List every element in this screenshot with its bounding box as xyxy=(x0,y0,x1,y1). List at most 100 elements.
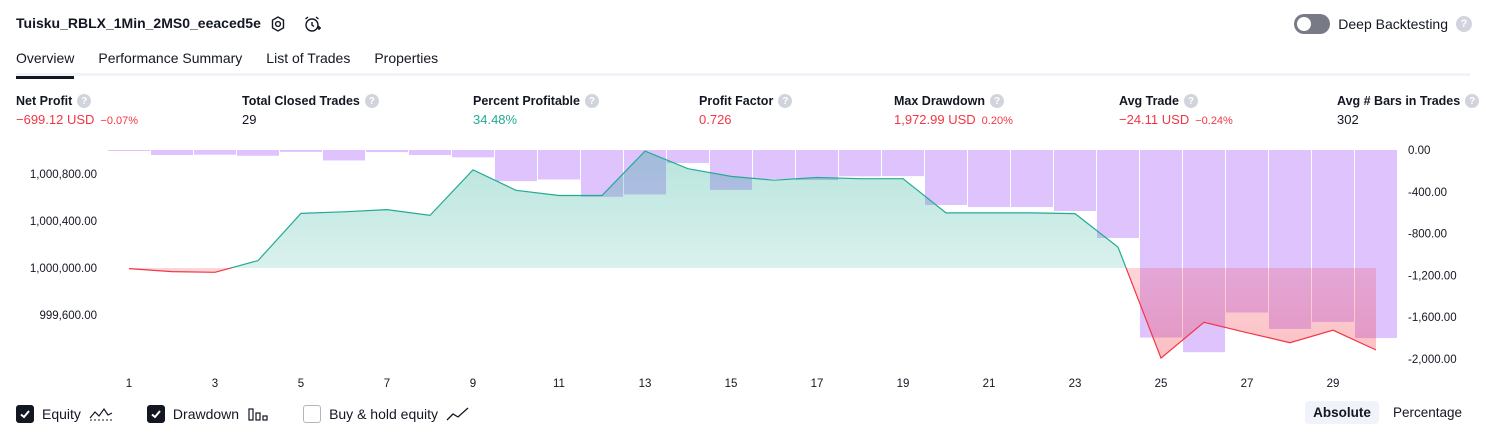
legend-label: Drawdown xyxy=(172,406,240,422)
metric-label: Avg # Bars in Trades xyxy=(1337,94,1461,108)
drawdown-bar xyxy=(882,150,924,177)
x-axis-tick-label: 19 xyxy=(897,378,910,390)
left-axis-tick-label: 1,000,400.00 xyxy=(30,216,97,228)
deep-backtesting: Deep Backtesting ? xyxy=(1294,12,1472,36)
metric-percent: −0.07% xyxy=(100,115,139,127)
help-icon[interactable]: ? xyxy=(364,94,379,108)
left-price-axis: 1,000,800.00 1,000,400.00 1,000,000.00 999,… xyxy=(30,169,97,322)
drawdown-bar xyxy=(452,150,494,158)
help-icon[interactable]: ? xyxy=(77,94,92,108)
drawdown-bar xyxy=(194,150,236,155)
drawdown-bar xyxy=(667,150,709,164)
metric-value: −699.12 USD xyxy=(16,112,95,127)
metric-total-closed-trades: Total Closed Trades? 29 xyxy=(242,94,379,127)
drawdown-bar xyxy=(839,150,881,177)
metric-profit-factor: Profit Factor? 0.726 xyxy=(699,94,793,127)
metric-label: Net Profit xyxy=(16,94,73,108)
x-axis-tick-label: 17 xyxy=(811,378,824,390)
x-axis-tick-label: 27 xyxy=(1241,378,1254,390)
drawdown-bar xyxy=(753,150,795,179)
right-axis-tick-label: -2,000.00 xyxy=(1408,354,1457,366)
x-axis-tick-label: 15 xyxy=(725,378,738,390)
right-axis-tick-label: 0.00 xyxy=(1408,145,1430,157)
drawdown-bar xyxy=(409,150,451,156)
drawdown-bar xyxy=(925,150,967,205)
gear-icon[interactable] xyxy=(268,14,288,34)
drawdown-bar xyxy=(108,150,150,151)
help-icon[interactable]: ? xyxy=(1183,94,1198,108)
x-axis-tick-label: 13 xyxy=(639,378,652,390)
x-axis-tick-label: 1 xyxy=(126,378,132,390)
help-icon[interactable]: ? xyxy=(1465,94,1480,108)
drawdown-bar xyxy=(495,150,537,182)
metric-net-profit: Net Profit? −699.12 USD −0.07% xyxy=(16,94,138,127)
tab-overview[interactable]: Overview xyxy=(16,48,75,79)
tab-properties[interactable]: Properties xyxy=(374,48,438,76)
help-icon[interactable]: ? xyxy=(778,94,793,108)
right-drawdown-axis: 0.00 -400.00 -800.00 -1,200.00 -1,600.00 -2,0… xyxy=(1408,145,1457,366)
metric-max-drawdown: Max Drawdown? 1,972.99 USD 0.20% xyxy=(894,94,1013,127)
right-axis-tick-label: -400.00 xyxy=(1408,187,1447,199)
right-axis-tick-label: -800.00 xyxy=(1408,229,1447,241)
metric-avg-trade: Avg Trade? −24.11 USD −0.24% xyxy=(1119,94,1233,127)
x-axis-tick-label: 23 xyxy=(1069,378,1082,390)
strategy-header: Tuisku_RBLX_1Min_2MS0_eeaced5e Deep Back… xyxy=(16,12,1472,38)
x-axis-tick-label: 5 xyxy=(298,378,304,390)
equity-checkbox[interactable] xyxy=(16,405,34,423)
drawdown-bar xyxy=(280,150,322,152)
legend-label: Equity xyxy=(42,406,81,422)
drawdown-bar xyxy=(1097,150,1139,238)
toggle-knob xyxy=(1297,17,1312,31)
left-axis-tick-label: 1,000,000.00 xyxy=(30,263,97,275)
x-axis-tick-label: 9 xyxy=(470,378,476,390)
legend-label: Buy & hold equity xyxy=(329,406,439,422)
buy-hold-checkbox[interactable] xyxy=(303,405,322,423)
drawdown-bar xyxy=(968,150,1010,208)
right-axis-tick-label: -1,200.00 xyxy=(1408,270,1457,282)
help-icon[interactable]: ? xyxy=(1456,16,1472,32)
metric-label: Profit Factor xyxy=(699,94,774,108)
help-icon[interactable]: ? xyxy=(584,94,599,108)
left-axis-tick-label: 999,600.00 xyxy=(39,310,97,322)
drawdown-bar xyxy=(151,150,193,156)
metric-label: Max Drawdown xyxy=(894,94,985,108)
drawdown-bar xyxy=(366,150,408,153)
drawdown-bar xyxy=(538,150,580,180)
trade-number-axis: 1 3 5 7 9 11 13 15 17 19 21 23 25 27 29 xyxy=(126,378,1340,390)
display-mode-switch: Absolute Percentage xyxy=(1305,401,1470,424)
drawdown-bars-icon xyxy=(248,408,268,421)
help-icon[interactable]: ? xyxy=(990,94,1004,108)
left-axis-tick-label: 1,000,800.00 xyxy=(30,169,97,181)
tab-performance-summary[interactable]: Performance Summary xyxy=(98,48,242,76)
drawdown-bar xyxy=(796,150,838,181)
drawdown-bar xyxy=(1054,150,1096,212)
deep-backtesting-toggle[interactable] xyxy=(1294,14,1331,34)
x-axis-tick-label: 21 xyxy=(983,378,996,390)
tab-bar: Overview Performance Summary List of Tra… xyxy=(16,48,1470,79)
metric-value: 34.48% xyxy=(473,112,518,127)
legend-buy-hold-equity[interactable]: Buy & hold equity xyxy=(303,405,470,423)
deep-backtesting-label: Deep Backtesting xyxy=(1338,16,1448,32)
metric-percent-profitable: Percent Profitable? 34.48% xyxy=(473,94,599,127)
x-axis-tick-label: 29 xyxy=(1327,378,1340,390)
legend-drawdown[interactable]: Drawdown xyxy=(146,405,269,423)
buy-hold-line-icon xyxy=(446,407,469,421)
chart-legend: Equity Drawdown Buy & hold equity xyxy=(16,403,504,425)
drawdown-checkbox[interactable] xyxy=(146,405,165,423)
absolute-mode-button[interactable]: Absolute xyxy=(1305,401,1379,424)
x-axis-tick-label: 25 xyxy=(1155,378,1168,390)
alarm-clock-icon[interactable] xyxy=(302,14,322,34)
equity-drawdown-chart[interactable]: 1,000,800.00 1,000,400.00 1,000,000.00 999,… xyxy=(0,140,1486,396)
metric-percent: −0.24% xyxy=(1195,115,1233,127)
metric-value: 29 xyxy=(242,112,257,127)
x-axis-tick-label: 7 xyxy=(384,378,390,390)
metric-value: −24.11 USD xyxy=(1119,112,1190,127)
metrics-row: Net Profit? −699.12 USD −0.07% Total Clos… xyxy=(16,94,1480,134)
tab-list-of-trades[interactable]: List of Trades xyxy=(266,48,350,76)
metric-value: 0.726 xyxy=(699,112,732,127)
metric-label: Total Closed Trades xyxy=(242,94,360,108)
x-axis-tick-label: 11 xyxy=(553,378,565,390)
legend-equity[interactable]: Equity xyxy=(16,405,113,423)
percentage-mode-button[interactable]: Percentage xyxy=(1385,401,1470,424)
x-axis-tick-label: 3 xyxy=(212,378,218,390)
